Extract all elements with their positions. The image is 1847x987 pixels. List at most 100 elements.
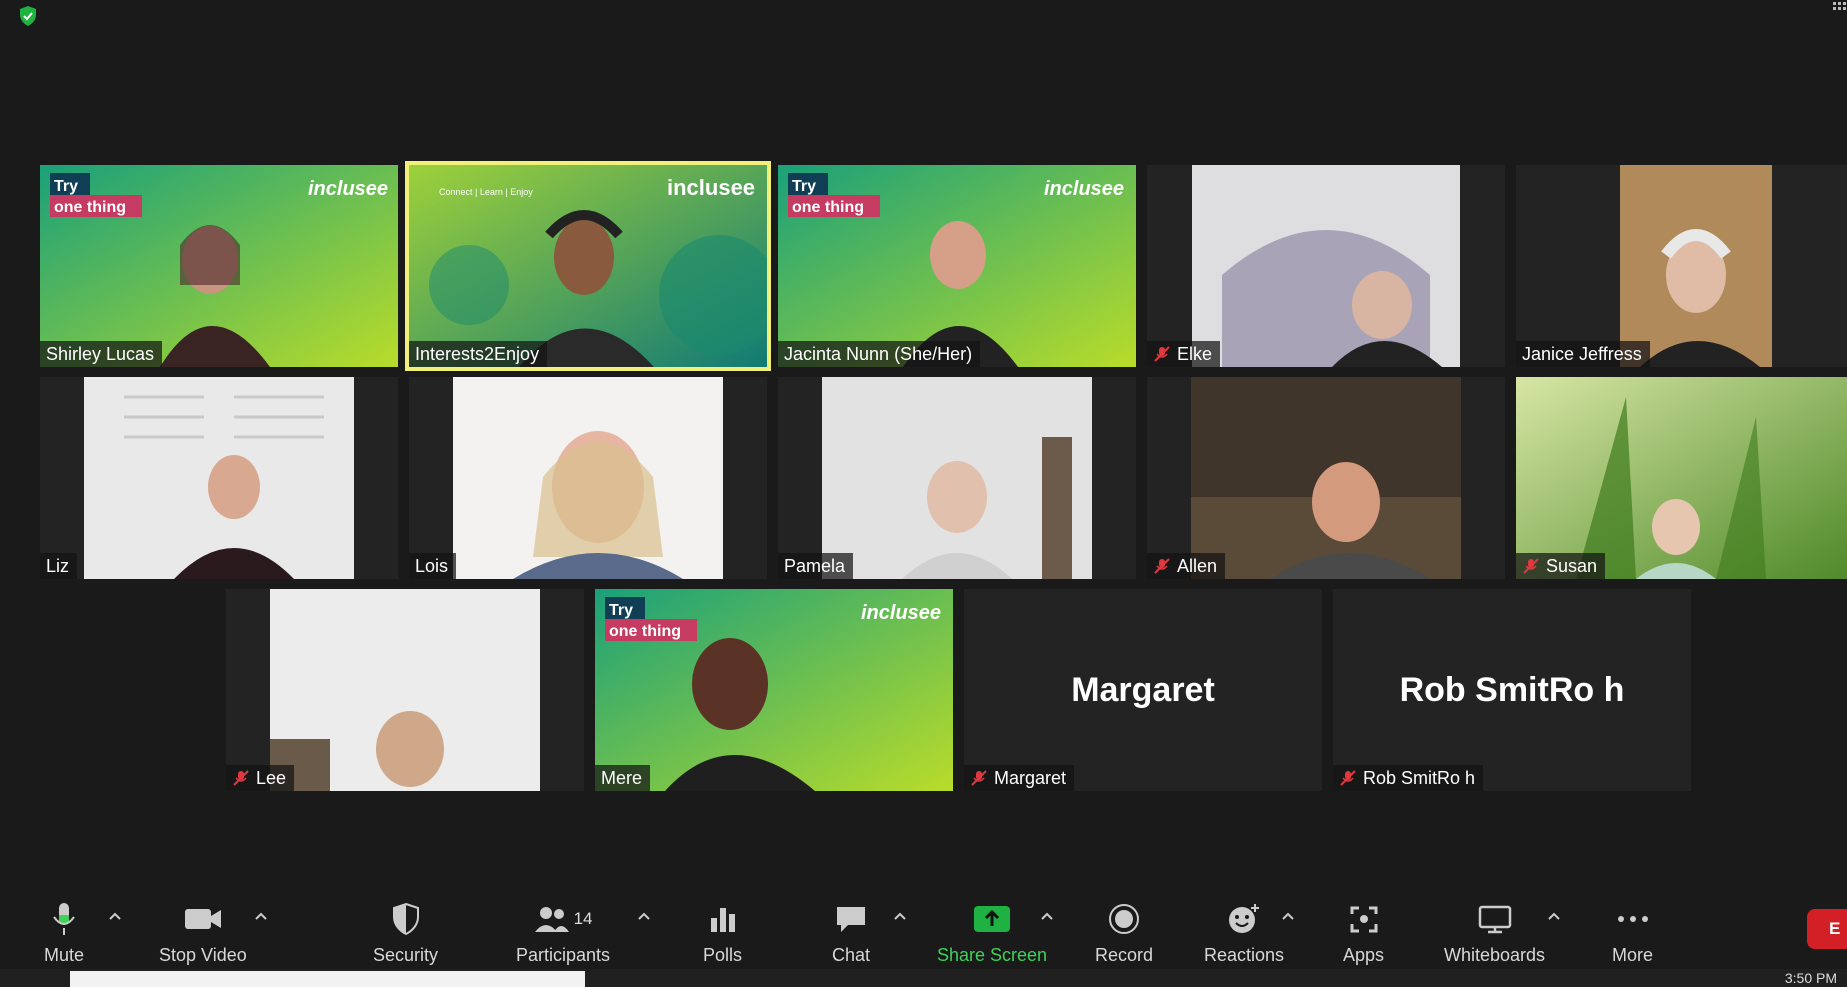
participant-tile[interactable]: Liz bbox=[40, 377, 398, 579]
participant-name: Janice Jeffress bbox=[1516, 341, 1650, 367]
banner-brand: inclusee bbox=[861, 602, 941, 624]
chat-icon bbox=[837, 907, 866, 932]
participant-name: Mere bbox=[595, 765, 651, 791]
inclusee-background-video: Try one thing inclusee bbox=[40, 165, 398, 367]
end-meeting-button[interactable]: E bbox=[1807, 909, 1847, 949]
participant-tile[interactable]: Try one thing inclusee Jacinta Nunn (She… bbox=[778, 165, 1136, 367]
meeting-toolbar: Mute Stop Video Security 14 Participants… bbox=[0, 887, 1847, 969]
participant-name-label: Shirley Lucas bbox=[46, 343, 155, 364]
polls-button[interactable]: Polls bbox=[703, 899, 742, 966]
participant-name: Interests2Enjoy bbox=[409, 341, 548, 367]
apps-button[interactable]: Apps bbox=[1343, 899, 1384, 966]
participant-name: Allen bbox=[1147, 553, 1226, 579]
participants-label: Participants bbox=[516, 945, 611, 965]
chevron-up-icon[interactable] bbox=[254, 911, 268, 921]
polls-icon bbox=[710, 908, 735, 932]
banner-tagline: Connect | Learn | Enjoy bbox=[439, 187, 533, 197]
participants-button[interactable]: 14 Participants bbox=[516, 899, 610, 966]
more-icon bbox=[1617, 916, 1648, 922]
participant-name: Lee bbox=[226, 765, 295, 791]
chevron-up-icon[interactable] bbox=[1040, 911, 1054, 921]
mic-muted-icon bbox=[971, 770, 987, 786]
grid-icon[interactable] bbox=[1831, 0, 1847, 16]
participant-display-name: Margaret bbox=[1071, 671, 1215, 709]
banner-one-thing: one thing bbox=[609, 623, 681, 640]
banner-brand: inclusee bbox=[667, 175, 755, 200]
reactions-button[interactable]: Reactions bbox=[1204, 899, 1284, 966]
chevron-up-icon[interactable] bbox=[637, 911, 651, 921]
mute-label: Mute bbox=[44, 945, 85, 965]
taskbar-search[interactable] bbox=[70, 971, 585, 987]
participant-name: Liz bbox=[40, 553, 78, 579]
chevron-up-icon[interactable] bbox=[1547, 911, 1561, 921]
participant-video bbox=[1620, 165, 1772, 367]
apps-label: Apps bbox=[1343, 945, 1385, 965]
banner-one-thing: one thing bbox=[792, 199, 864, 216]
video-camera-icon bbox=[184, 909, 221, 929]
participant-video bbox=[453, 377, 723, 579]
banner-one-thing: one thing bbox=[54, 199, 126, 216]
participant-name: Jacinta Nunn (She/Her) bbox=[778, 341, 981, 367]
participant-name-label: Margaret bbox=[994, 767, 1067, 788]
participant-name-label: Elke bbox=[1177, 343, 1213, 364]
participant-video bbox=[822, 377, 1092, 579]
security-label: Security bbox=[373, 945, 439, 965]
mic-muted-icon bbox=[1340, 770, 1356, 786]
participant-tile[interactable]: Janice Jeffress bbox=[1516, 165, 1847, 367]
microphone-icon bbox=[53, 903, 75, 935]
security-button[interactable]: Security bbox=[373, 899, 438, 966]
participant-name-label: Rob SmitRo h bbox=[1363, 767, 1476, 788]
participant-name-label: Liz bbox=[46, 555, 70, 576]
banner-try: Try bbox=[54, 178, 78, 195]
participant-video bbox=[270, 589, 540, 791]
mic-muted-icon bbox=[1523, 558, 1539, 574]
taskbar-clock: 3:50 PM bbox=[1784, 970, 1837, 986]
reactions-icon bbox=[1229, 904, 1260, 933]
participant-tile-video-off[interactable]: Rob SmitRo h Rob SmitRo h bbox=[1333, 589, 1691, 791]
participant-name-label: Janice Jeffress bbox=[1522, 343, 1642, 364]
participant-name: Pamela bbox=[778, 553, 854, 579]
whiteboards-button[interactable]: Whiteboards bbox=[1444, 899, 1545, 966]
mic-muted-icon bbox=[1154, 558, 1170, 574]
participant-tile[interactable]: Try one thing inclusee Shirley Lucas bbox=[40, 165, 398, 367]
participant-tile[interactable]: Elke bbox=[1147, 165, 1505, 367]
apps-icon bbox=[1350, 906, 1378, 933]
participant-name: Shirley Lucas bbox=[40, 341, 163, 367]
record-button[interactable]: Record bbox=[1095, 899, 1153, 966]
participant-tile-active-speaker[interactable]: inclusee Connect | Learn | Enjoy Interes… bbox=[405, 161, 771, 371]
participant-name-label: Lois bbox=[415, 555, 449, 576]
participant-tile-video-off[interactable]: Margaret Margaret bbox=[964, 589, 1322, 791]
mic-muted-icon bbox=[233, 770, 249, 786]
chat-label: Chat bbox=[832, 945, 871, 965]
record-icon bbox=[1109, 904, 1140, 934]
participant-video bbox=[84, 377, 354, 579]
security-shield-icon[interactable] bbox=[16, 4, 40, 28]
participant-name: Margaret bbox=[964, 765, 1075, 791]
more-button[interactable]: More bbox=[1612, 899, 1653, 966]
participant-tile[interactable]: Susan bbox=[1516, 377, 1847, 579]
participants-icon bbox=[534, 907, 569, 932]
chevron-up-icon[interactable] bbox=[1281, 911, 1295, 921]
banner-brand: inclusee bbox=[1044, 178, 1124, 200]
reactions-label: Reactions bbox=[1204, 945, 1285, 965]
participant-tile[interactable]: Lois bbox=[409, 377, 767, 579]
polls-label: Polls bbox=[703, 945, 743, 965]
banner-try: Try bbox=[609, 602, 633, 619]
stop-video-button[interactable]: Stop Video bbox=[159, 899, 247, 966]
participant-tile[interactable]: Try one thing inclusee Mere bbox=[595, 589, 953, 791]
participant-name-label: Jacinta Nunn (She/Her) bbox=[784, 343, 973, 364]
participant-tile[interactable]: Lee bbox=[226, 589, 584, 791]
whiteboards-label: Whiteboards bbox=[1444, 945, 1546, 965]
participant-tile[interactable]: Allen bbox=[1147, 377, 1505, 579]
participant-tile[interactable]: Pamela bbox=[778, 377, 1136, 579]
participant-name-label: Susan bbox=[1546, 555, 1598, 576]
participant-name-label: Pamela bbox=[784, 555, 846, 576]
stop-video-label: Stop Video bbox=[159, 945, 247, 965]
mute-button[interactable]: Mute bbox=[44, 899, 84, 966]
share-screen-button[interactable]: Share Screen bbox=[937, 899, 1047, 966]
chat-button[interactable]: Chat bbox=[832, 899, 870, 966]
chevron-up-icon[interactable] bbox=[108, 911, 122, 921]
participant-name-label: Allen bbox=[1177, 555, 1218, 576]
chevron-up-icon[interactable] bbox=[893, 911, 907, 921]
participant-name: Lois bbox=[409, 553, 457, 579]
